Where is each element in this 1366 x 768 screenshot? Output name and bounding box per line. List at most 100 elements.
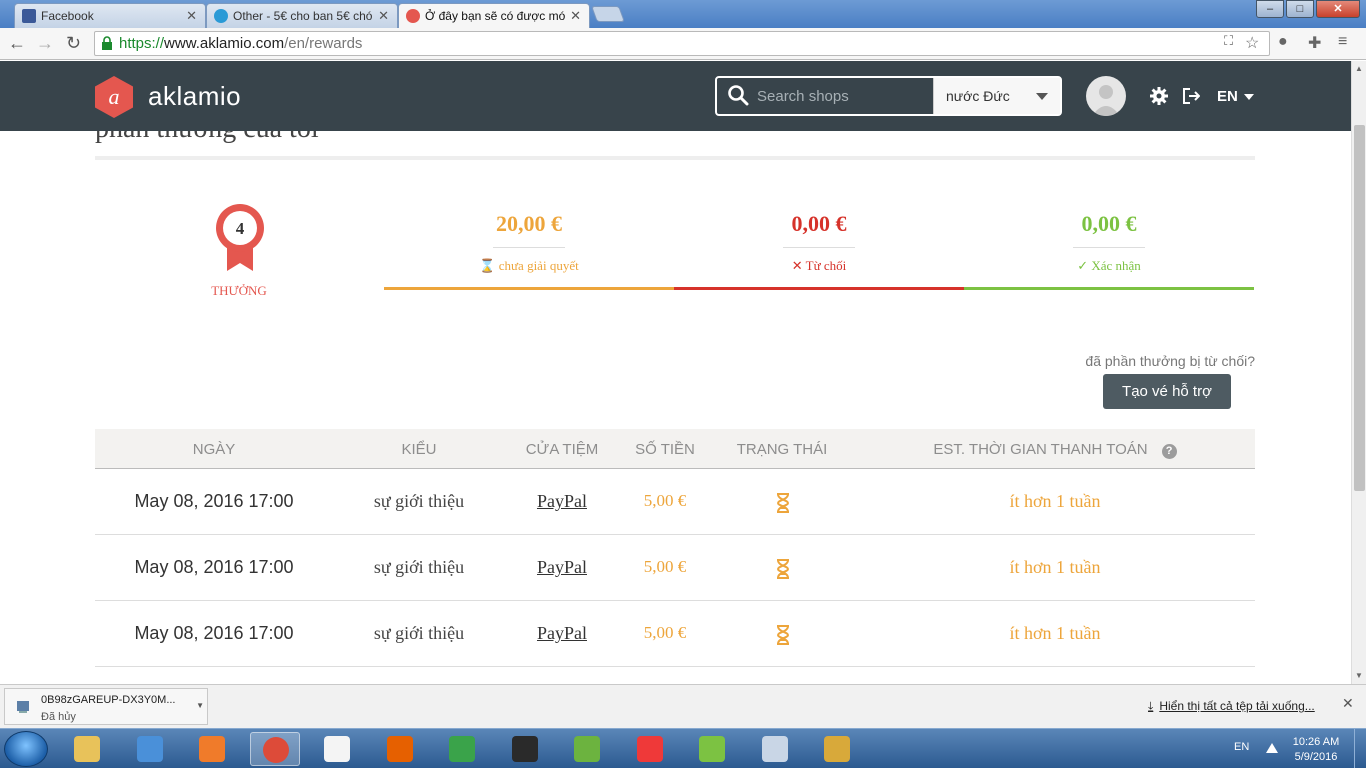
scroll-up-icon[interactable]: ▲ [1355, 64, 1363, 73]
country-select[interactable]: nước Đức [933, 78, 1060, 114]
taskbar-app-vivaldi[interactable] [625, 732, 675, 766]
taskbar-app-firefox[interactable] [375, 732, 425, 766]
close-window-button[interactable]: ✕ [1316, 0, 1360, 18]
col-type[interactable]: KIỂU [369, 441, 469, 458]
file-icon [17, 701, 29, 713]
show-all-downloads-link[interactable]: ⤓ Hiển thị tất cả tệp tải xuống... [1148, 699, 1315, 714]
facebook-icon [22, 9, 36, 23]
taskbar-app-unikey[interactable] [312, 732, 362, 766]
col-amount[interactable]: SỐ TIỀN [615, 441, 715, 458]
media-player-icon [136, 736, 163, 762]
reward-count-label: THƯỞNG [211, 283, 267, 298]
chevron-down-icon [1036, 93, 1048, 100]
col-status[interactable]: TRẠNG THÁI [717, 441, 847, 458]
maximize-button[interactable]: □ [1286, 0, 1314, 18]
search-input[interactable] [757, 86, 927, 106]
cell-shop-link[interactable]: PayPal [512, 623, 612, 644]
close-tab-icon[interactable]: ✕ [378, 8, 389, 24]
tab-aklamio[interactable]: Ở đây bạn sẽ có được mó ✕ [398, 3, 590, 29]
show-desktop-button[interactable] [1354, 729, 1366, 768]
cell-shop-link[interactable]: PayPal [512, 491, 612, 512]
minimize-button[interactable]: – [1256, 0, 1284, 18]
taskbar-app-chrome[interactable] [249, 732, 300, 766]
puzzle-icon[interactable]: ✚ [1308, 33, 1321, 53]
start-button[interactable] [4, 731, 48, 767]
stat-rejected: 0,00 € ✕ Từ chối [674, 211, 964, 291]
close-tab-icon[interactable]: ✕ [186, 8, 197, 24]
clock[interactable]: 10:26 AM 5/9/2016 [1286, 735, 1346, 765]
aklamio-logo-icon[interactable]: a [95, 76, 133, 118]
taskbar-app-uc-browser[interactable] [187, 732, 237, 766]
extension-icon[interactable]: ● [1278, 33, 1288, 51]
tray-flag-icon[interactable] [1266, 743, 1278, 753]
translate-icon[interactable]: ⛶ [1224, 33, 1233, 49]
taskbar-app-idm[interactable] [437, 732, 487, 766]
chevron-down-icon[interactable]: ▼ [196, 701, 204, 710]
language-select[interactable]: EN [1217, 88, 1254, 105]
search-icon[interactable] [727, 84, 749, 106]
scrollbar[interactable]: ▲ ▼ [1351, 61, 1366, 684]
cell-shop-link[interactable]: PayPal [512, 557, 612, 578]
bookmark-star-icon[interactable]: ☆ [1245, 33, 1259, 53]
table-row: May 08, 2016 17:00 sự giới thiệu PayPal 5,0… [95, 601, 1255, 667]
back-arrow-icon[interactable]: ← [8, 33, 26, 54]
stat-amount: 0,00 € [1081, 211, 1137, 236]
download-item[interactable]: 0B98zGAREUP-DX3Y0M... Đã hủy ▼ [4, 688, 208, 725]
taskbar-app-explorer[interactable] [62, 732, 112, 766]
tab-facebook[interactable]: Facebook ✕ [14, 3, 206, 28]
rejected-question: đã phần thưởng bị từ chối? [1085, 353, 1255, 369]
cell-amount: 5,00 € [643, 557, 687, 576]
stat-amount: 20,00 € [496, 211, 562, 236]
taskbar-app-database[interactable] [812, 732, 862, 766]
tab-other[interactable]: Other - 5€ cho ban 5€ chó ✕ [206, 3, 398, 28]
gear-icon[interactable] [1150, 87, 1168, 105]
cell-type: sự giới thiệu [373, 557, 465, 577]
stat-pending: 20,00 € ⌛ chưa giải quyết [384, 211, 674, 291]
show-all-label: Hiển thị tất cả tệp tải xuống... [1159, 699, 1315, 713]
table-row: May 08, 2016 17:00 sự giới thiệu PayPal 5,0… [95, 469, 1255, 535]
brand-name[interactable]: aklamio [148, 81, 241, 112]
tray-language[interactable]: EN [1234, 741, 1249, 753]
address-bar[interactable]: https://www.aklamio.com/en/rewards [94, 31, 1270, 56]
search-box: nước Đức [715, 76, 1062, 116]
rewards-table: NGÀY KIỂU CỬA TIỆM SỐ TIỀN TRẠNG THÁI ES… [95, 429, 1255, 667]
logout-icon[interactable] [1182, 87, 1200, 105]
browser-tabstrip: Facebook ✕ Other - 5€ cho ban 5€ chó ✕ Ở… [0, 0, 1366, 29]
close-tab-icon[interactable]: ✕ [570, 8, 581, 24]
col-est[interactable]: EST. THỜI GIAN THANH TOÁN? [915, 441, 1195, 459]
scroll-down-icon[interactable]: ▼ [1355, 671, 1363, 680]
taskbar-app-potplayer[interactable] [500, 732, 550, 766]
vivaldi-icon [636, 736, 663, 762]
create-support-ticket-button[interactable]: Tạo vé hỗ trợ [1103, 374, 1231, 409]
tab-label: Facebook [41, 9, 94, 23]
new-tab-button[interactable] [591, 6, 625, 22]
stat-bar [964, 287, 1254, 290]
reward-badge-icon: 4 [216, 204, 264, 271]
taskbar-app-phone[interactable] [750, 732, 800, 766]
col-shop[interactable]: CỬA TIỆM [512, 441, 612, 458]
table-header: NGÀY KIỂU CỬA TIỆM SỐ TIỀN TRẠNG THÁI ES… [95, 429, 1255, 469]
reload-icon[interactable]: ↻ [66, 33, 81, 54]
forward-arrow-icon[interactable]: → [36, 33, 54, 54]
scrollbar-thumb[interactable] [1354, 125, 1365, 491]
stat-amount: 0,00 € [791, 211, 847, 236]
col-date[interactable]: NGÀY [164, 441, 264, 458]
chevron-down-icon [1243, 94, 1254, 101]
cell-amount: 5,00 € [643, 623, 687, 642]
page-title: phần thưởng của tôi [95, 131, 319, 145]
close-icon[interactable]: ✕ [1342, 695, 1354, 712]
avatar[interactable] [1086, 76, 1126, 116]
reward-count: 4 [236, 219, 245, 238]
taskbar-app-media-player[interactable] [125, 732, 175, 766]
stat-label: Xác nhận [1091, 258, 1141, 273]
taskbar-app-coccoc[interactable] [687, 732, 737, 766]
clock-time: 10:26 AM [1292, 736, 1340, 748]
stat-label: Từ chối [805, 258, 847, 273]
language-value: EN [1217, 88, 1238, 105]
help-icon[interactable]: ? [1161, 444, 1177, 459]
cell-type: sự giới thiệu [373, 491, 465, 511]
menu-icon[interactable]: ≡ [1338, 33, 1347, 51]
site-header: a aklamio nước Đức EN [0, 61, 1351, 131]
clock-date: 5/9/2016 [1294, 751, 1338, 763]
taskbar-app-bluestacks[interactable] [562, 732, 612, 766]
